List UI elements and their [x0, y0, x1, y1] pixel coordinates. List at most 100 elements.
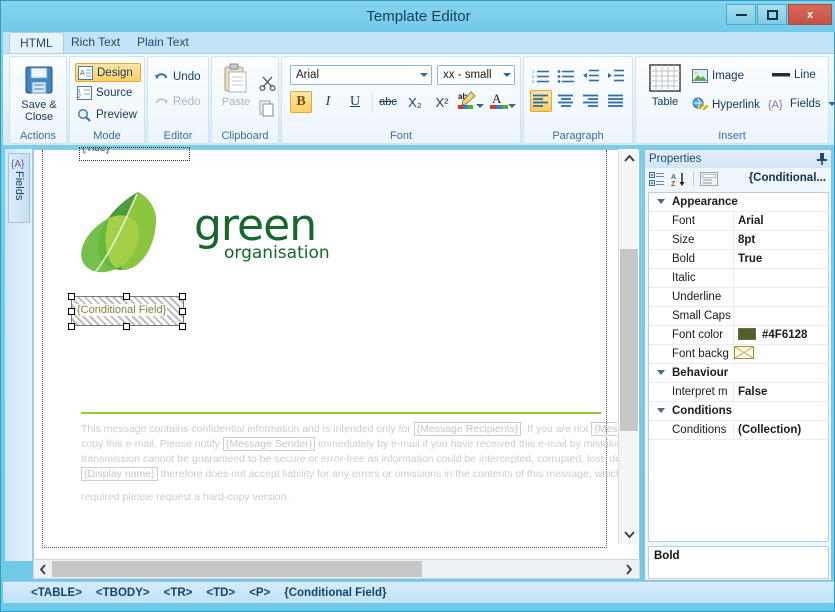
property-value-underline[interactable] — [733, 288, 828, 306]
title-field[interactable]: {Title} — [79, 147, 190, 161]
resize-handle-n[interactable] — [123, 293, 130, 300]
align-center-button[interactable] — [555, 90, 577, 112]
insert-fields-button[interactable]: {A} Fields — [768, 97, 835, 111]
editor-horizontal-scrollbar[interactable] — [33, 559, 640, 579]
property-category-appearance[interactable]: Appearance — [649, 193, 828, 212]
highlight-dropdown[interactable] — [475, 95, 485, 117]
vertical-scroll-thumb[interactable] — [620, 249, 638, 431]
paste-button[interactable]: Paste — [217, 63, 255, 108]
resize-handle-e[interactable] — [179, 308, 186, 315]
font-family-combo[interactable]: Arial — [290, 65, 432, 85]
save-and-close-button[interactable]: Save & Close — [14, 63, 64, 123]
scroll-right-button[interactable] — [620, 560, 638, 578]
disclaimer-text[interactable]: This message contains confidential infor… — [81, 422, 641, 513]
fields-panel-tab[interactable]: {A} Fields — [8, 153, 30, 223]
property-row-font[interactable]: Font Arial — [649, 212, 828, 231]
mode-source-button[interactable]: 12 Source — [77, 86, 132, 100]
subscript-button[interactable]: X₂ — [404, 91, 426, 113]
resize-handle-s[interactable] — [123, 323, 130, 330]
font-color-dropdown[interactable] — [507, 95, 517, 117]
document-page[interactable]: {Title} green organisation {Conditional … — [42, 147, 638, 548]
scroll-up-button[interactable] — [619, 149, 639, 167]
html-editor-surface[interactable]: {Title} green organisation {Conditional … — [33, 147, 640, 561]
maximize-button[interactable] — [757, 4, 787, 25]
property-grid[interactable]: Appearance Font Arial Size 8pt Bold True… — [648, 192, 829, 542]
cut-button[interactable] — [256, 71, 278, 93]
property-row-bold[interactable]: Bold True — [649, 250, 828, 269]
property-value-conditions[interactable]: (Collection) — [733, 421, 828, 439]
property-value-size[interactable]: 8pt — [733, 231, 828, 249]
bold-button[interactable]: B — [290, 91, 312, 113]
resize-handle-nw[interactable] — [68, 293, 75, 300]
status-tag-table[interactable]: <TABLE> — [31, 587, 82, 599]
conditional-field-selected[interactable]: {Conditional Field} — [68, 293, 186, 330]
property-row-underline[interactable]: Underline — [649, 288, 828, 307]
status-tag-p[interactable]: <P> — [249, 587, 270, 599]
expander-triangle-icon[interactable] — [657, 370, 665, 375]
redo-button[interactable]: Redo — [154, 95, 201, 108]
resize-handle-sw[interactable] — [68, 323, 75, 330]
property-value-interpret[interactable]: False — [733, 383, 828, 401]
field-chip-message-sender[interactable]: {Message Sender} — [222, 437, 316, 451]
horizontal-scroll-thumb[interactable] — [52, 561, 422, 577]
property-value-font[interactable]: Arial — [733, 212, 828, 230]
superscript-button[interactable]: X² — [431, 91, 453, 113]
numbered-list-button[interactable]: 1 2 3 — [530, 65, 552, 87]
insert-image-button[interactable]: Image — [692, 69, 744, 83]
bulleted-list-button[interactable] — [555, 65, 577, 87]
resize-handle-se[interactable] — [179, 323, 186, 330]
decrease-indent-button[interactable] — [580, 65, 602, 87]
status-tag-conditional-field[interactable]: {Conditional Field} — [284, 587, 386, 599]
mode-preview-button[interactable]: Preview — [77, 108, 137, 122]
expander-triangle-icon[interactable] — [657, 408, 665, 413]
strikethrough-button[interactable]: abc — [377, 91, 399, 113]
property-value-bold[interactable]: True — [733, 250, 828, 268]
resize-handle-ne[interactable] — [179, 293, 186, 300]
tab-rich-text[interactable]: Rich Text — [61, 32, 130, 53]
copy-button[interactable] — [256, 97, 278, 119]
no-color-swatch[interactable] — [734, 346, 754, 359]
insert-line-button[interactable]: Line — [772, 69, 816, 81]
expander-triangle-icon[interactable] — [657, 199, 665, 204]
italic-button[interactable]: I — [317, 91, 339, 113]
property-row-size[interactable]: Size 8pt — [649, 231, 828, 250]
tab-html[interactable]: HTML — [9, 32, 64, 54]
font-size-combo[interactable]: xx - small — [437, 65, 515, 85]
minimize-button[interactable] — [726, 4, 756, 25]
insert-table-button[interactable]: Table — [644, 63, 686, 108]
field-chip-display-name[interactable]: {Display name} — [81, 467, 158, 481]
scroll-down-button[interactable] — [619, 526, 639, 544]
field-chip-message-recipients[interactable]: {Message Recipients} — [413, 422, 522, 436]
property-value-font-color[interactable]: #4F6128 — [733, 326, 828, 344]
close-button[interactable]: x — [788, 4, 832, 25]
undo-button[interactable]: Undo — [154, 70, 201, 83]
resize-handle-w[interactable] — [68, 308, 75, 315]
property-row-font-color[interactable]: Font color #4F6128 — [649, 326, 828, 345]
mode-design-button[interactable]: A Design — [75, 63, 141, 82]
status-tag-tr[interactable]: <TR> — [164, 587, 193, 599]
align-right-button[interactable] — [580, 90, 602, 112]
property-row-small-caps[interactable]: Small Caps — [649, 307, 828, 326]
scroll-left-button[interactable] — [34, 560, 52, 578]
status-tag-tbody[interactable]: <TBODY> — [96, 587, 150, 599]
property-row-interpret[interactable]: Interpret m False — [649, 383, 828, 402]
property-value-small-caps[interactable] — [733, 307, 828, 325]
property-value-italic[interactable] — [733, 269, 828, 287]
underline-button[interactable]: U — [344, 91, 366, 113]
align-left-button[interactable] — [530, 90, 552, 112]
categorized-view-icon[interactable] — [649, 171, 665, 187]
tab-plain-text[interactable]: Plain Text — [127, 32, 199, 53]
property-row-conditions[interactable]: Conditions (Collection) — [649, 421, 828, 440]
align-justify-button[interactable] — [605, 90, 627, 112]
insert-hyperlink-button[interactable]: Hyperlink — [692, 97, 760, 112]
property-category-conditions[interactable]: Conditions — [649, 402, 828, 421]
property-value-font-background[interactable] — [733, 345, 828, 363]
alphabetical-sort-icon[interactable]: A Z — [671, 172, 687, 187]
increase-indent-button[interactable] — [605, 65, 627, 87]
color-swatch[interactable] — [738, 328, 756, 340]
property-pages-icon[interactable] — [700, 172, 718, 186]
status-tag-td[interactable]: <TD> — [206, 587, 235, 599]
property-row-italic[interactable]: Italic — [649, 269, 828, 288]
property-row-font-background[interactable]: Font backg — [649, 345, 828, 364]
property-category-behaviour[interactable]: Behaviour — [649, 364, 828, 383]
